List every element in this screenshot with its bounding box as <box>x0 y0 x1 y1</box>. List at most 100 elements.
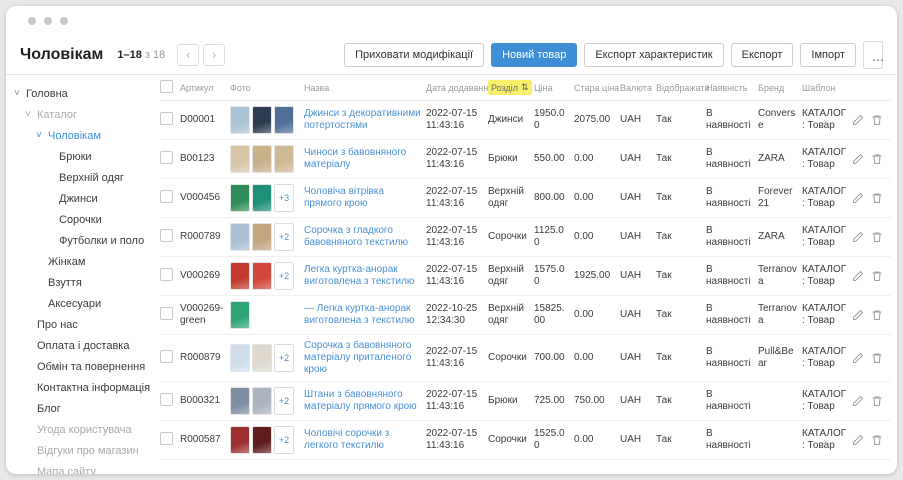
column-header-template[interactable]: Шаблон <box>802 83 852 93</box>
product-photo[interactable] <box>274 106 294 134</box>
edit-icon[interactable] <box>852 352 864 364</box>
edit-icon[interactable] <box>852 434 864 446</box>
more-photos-badge[interactable]: +2 <box>274 223 294 251</box>
product-photo[interactable] <box>230 262 250 290</box>
sidebar-item[interactable]: Блог <box>12 398 156 419</box>
column-header-currency[interactable]: Валюта <box>620 83 656 93</box>
row-checkbox[interactable] <box>160 112 173 125</box>
delete-icon[interactable] <box>871 231 883 243</box>
product-photo[interactable] <box>230 344 250 372</box>
edit-icon[interactable] <box>852 192 864 204</box>
row-checkbox[interactable] <box>160 229 173 242</box>
more-photos-badge[interactable]: +2 <box>274 262 294 290</box>
product-photo[interactable] <box>252 145 272 173</box>
export-button[interactable]: Експорт <box>731 43 794 67</box>
product-photo[interactable] <box>252 387 272 415</box>
sort-icon[interactable]: ⇅ <box>521 82 529 93</box>
sidebar-item[interactable]: Обмін та повернення <box>12 356 156 377</box>
sidebar-item[interactable]: Джинси <box>12 188 156 209</box>
product-photo[interactable] <box>252 426 272 454</box>
window-control-dot[interactable] <box>60 17 68 25</box>
edit-icon[interactable] <box>852 153 864 165</box>
sidebar-item[interactable]: ˅Головна <box>12 83 156 104</box>
next-page-button[interactable]: › <box>203 44 225 66</box>
sidebar-item[interactable]: Брюки <box>12 146 156 167</box>
column-header-article[interactable]: Артикул <box>180 83 230 93</box>
sidebar-item[interactable]: Футболки и поло <box>12 230 156 251</box>
product-name-link[interactable]: Чиноси з бавовняного матеріалу <box>304 147 406 170</box>
product-photo[interactable] <box>230 387 250 415</box>
edit-icon[interactable] <box>852 309 864 321</box>
sidebar-item[interactable]: Сорочки <box>12 209 156 230</box>
sidebar-item[interactable]: Контактна інформація <box>12 377 156 398</box>
edit-icon[interactable] <box>852 395 864 407</box>
sidebar-item[interactable]: ˅Каталог <box>12 104 156 125</box>
sidebar-item[interactable]: Про нас <box>12 314 156 335</box>
more-photos-badge[interactable]: +2 <box>274 387 294 415</box>
row-checkbox[interactable] <box>160 393 173 406</box>
more-actions-button[interactable]: ⋯ <box>863 41 883 69</box>
product-photo[interactable] <box>230 145 250 173</box>
delete-icon[interactable] <box>871 192 883 204</box>
product-photo[interactable] <box>252 223 272 251</box>
edit-icon[interactable] <box>852 231 864 243</box>
delete-icon[interactable] <box>871 434 883 446</box>
sidebar-item[interactable]: Верхній одяг <box>12 167 156 188</box>
sidebar-item[interactable]: Оплата і доставка <box>12 335 156 356</box>
delete-icon[interactable] <box>871 352 883 364</box>
chevron-down-icon[interactable]: ˅ <box>25 109 37 120</box>
column-header-availability[interactable]: Наявність <box>706 83 758 93</box>
product-photo[interactable] <box>252 106 272 134</box>
product-photo[interactable] <box>274 145 294 173</box>
more-photos-badge[interactable]: +2 <box>274 344 294 372</box>
column-header-name[interactable]: Назва <box>304 83 426 93</box>
sidebar-item[interactable]: ˅Чоловікам <box>12 125 156 146</box>
row-checkbox[interactable] <box>160 307 173 320</box>
product-photo[interactable] <box>230 426 250 454</box>
column-header-old-price[interactable]: Стара ціна <box>574 83 620 93</box>
window-control-dot[interactable] <box>28 17 36 25</box>
chevron-down-icon[interactable]: ˅ <box>14 88 26 99</box>
column-header-photo[interactable]: Фото <box>230 83 304 93</box>
sidebar-item[interactable]: Жінкам <box>12 251 156 272</box>
column-header-date[interactable]: Дата додавання <box>426 83 488 93</box>
column-header-brand[interactable]: Бренд <box>758 83 802 93</box>
sidebar-item[interactable]: Аксесуари <box>12 293 156 314</box>
import-button[interactable]: Імпорт <box>800 43 856 67</box>
product-name-link[interactable]: Легка куртка-анорак виготовлена з тексти… <box>304 264 414 287</box>
new-product-button[interactable]: Новий товар <box>491 43 577 67</box>
sidebar-item[interactable]: Взуття <box>12 272 156 293</box>
edit-icon[interactable] <box>852 270 864 282</box>
edit-icon[interactable] <box>852 114 864 126</box>
row-checkbox[interactable] <box>160 350 173 363</box>
product-photo[interactable] <box>230 106 250 134</box>
select-all-checkbox[interactable] <box>160 80 173 93</box>
sidebar-item[interactable]: Угода користувача <box>12 419 156 440</box>
product-name-link[interactable]: Сорочка з бавовняного матеріалу притален… <box>304 340 411 375</box>
product-name-link[interactable]: Штани з бавовняного матеріалу прямого кр… <box>304 389 417 412</box>
delete-icon[interactable] <box>871 270 883 282</box>
delete-icon[interactable] <box>871 153 883 165</box>
column-header-display[interactable]: Відображати <box>656 83 706 93</box>
export-characteristics-button[interactable]: Експорт характеристик <box>584 43 723 67</box>
more-photos-badge[interactable]: +3 <box>274 184 294 212</box>
product-name-link[interactable]: — Легка куртка-анорак виготовлена з текс… <box>304 303 414 326</box>
row-checkbox[interactable] <box>160 432 173 445</box>
product-photo[interactable] <box>230 223 250 251</box>
product-photo[interactable] <box>230 184 250 212</box>
product-name-link[interactable]: Сорочка з гладкого бавовняного текстилю <box>304 225 408 248</box>
sidebar-item[interactable]: Мапа сайту <box>12 461 156 474</box>
product-photo[interactable] <box>252 344 272 372</box>
product-photo[interactable] <box>230 301 250 329</box>
product-name-link[interactable]: Джинси з декоративними потертостями <box>304 108 421 131</box>
product-photo[interactable] <box>252 184 272 212</box>
delete-icon[interactable] <box>871 114 883 126</box>
row-checkbox[interactable] <box>160 268 173 281</box>
more-photos-badge[interactable]: +2 <box>274 426 294 454</box>
delete-icon[interactable] <box>871 395 883 407</box>
product-photo[interactable] <box>252 262 272 290</box>
row-checkbox[interactable] <box>160 190 173 203</box>
window-control-dot[interactable] <box>44 17 52 25</box>
column-header-price[interactable]: Ціна <box>534 83 574 93</box>
product-name-link[interactable]: Чоловічі сорочки з легкого текстилю <box>304 428 389 451</box>
